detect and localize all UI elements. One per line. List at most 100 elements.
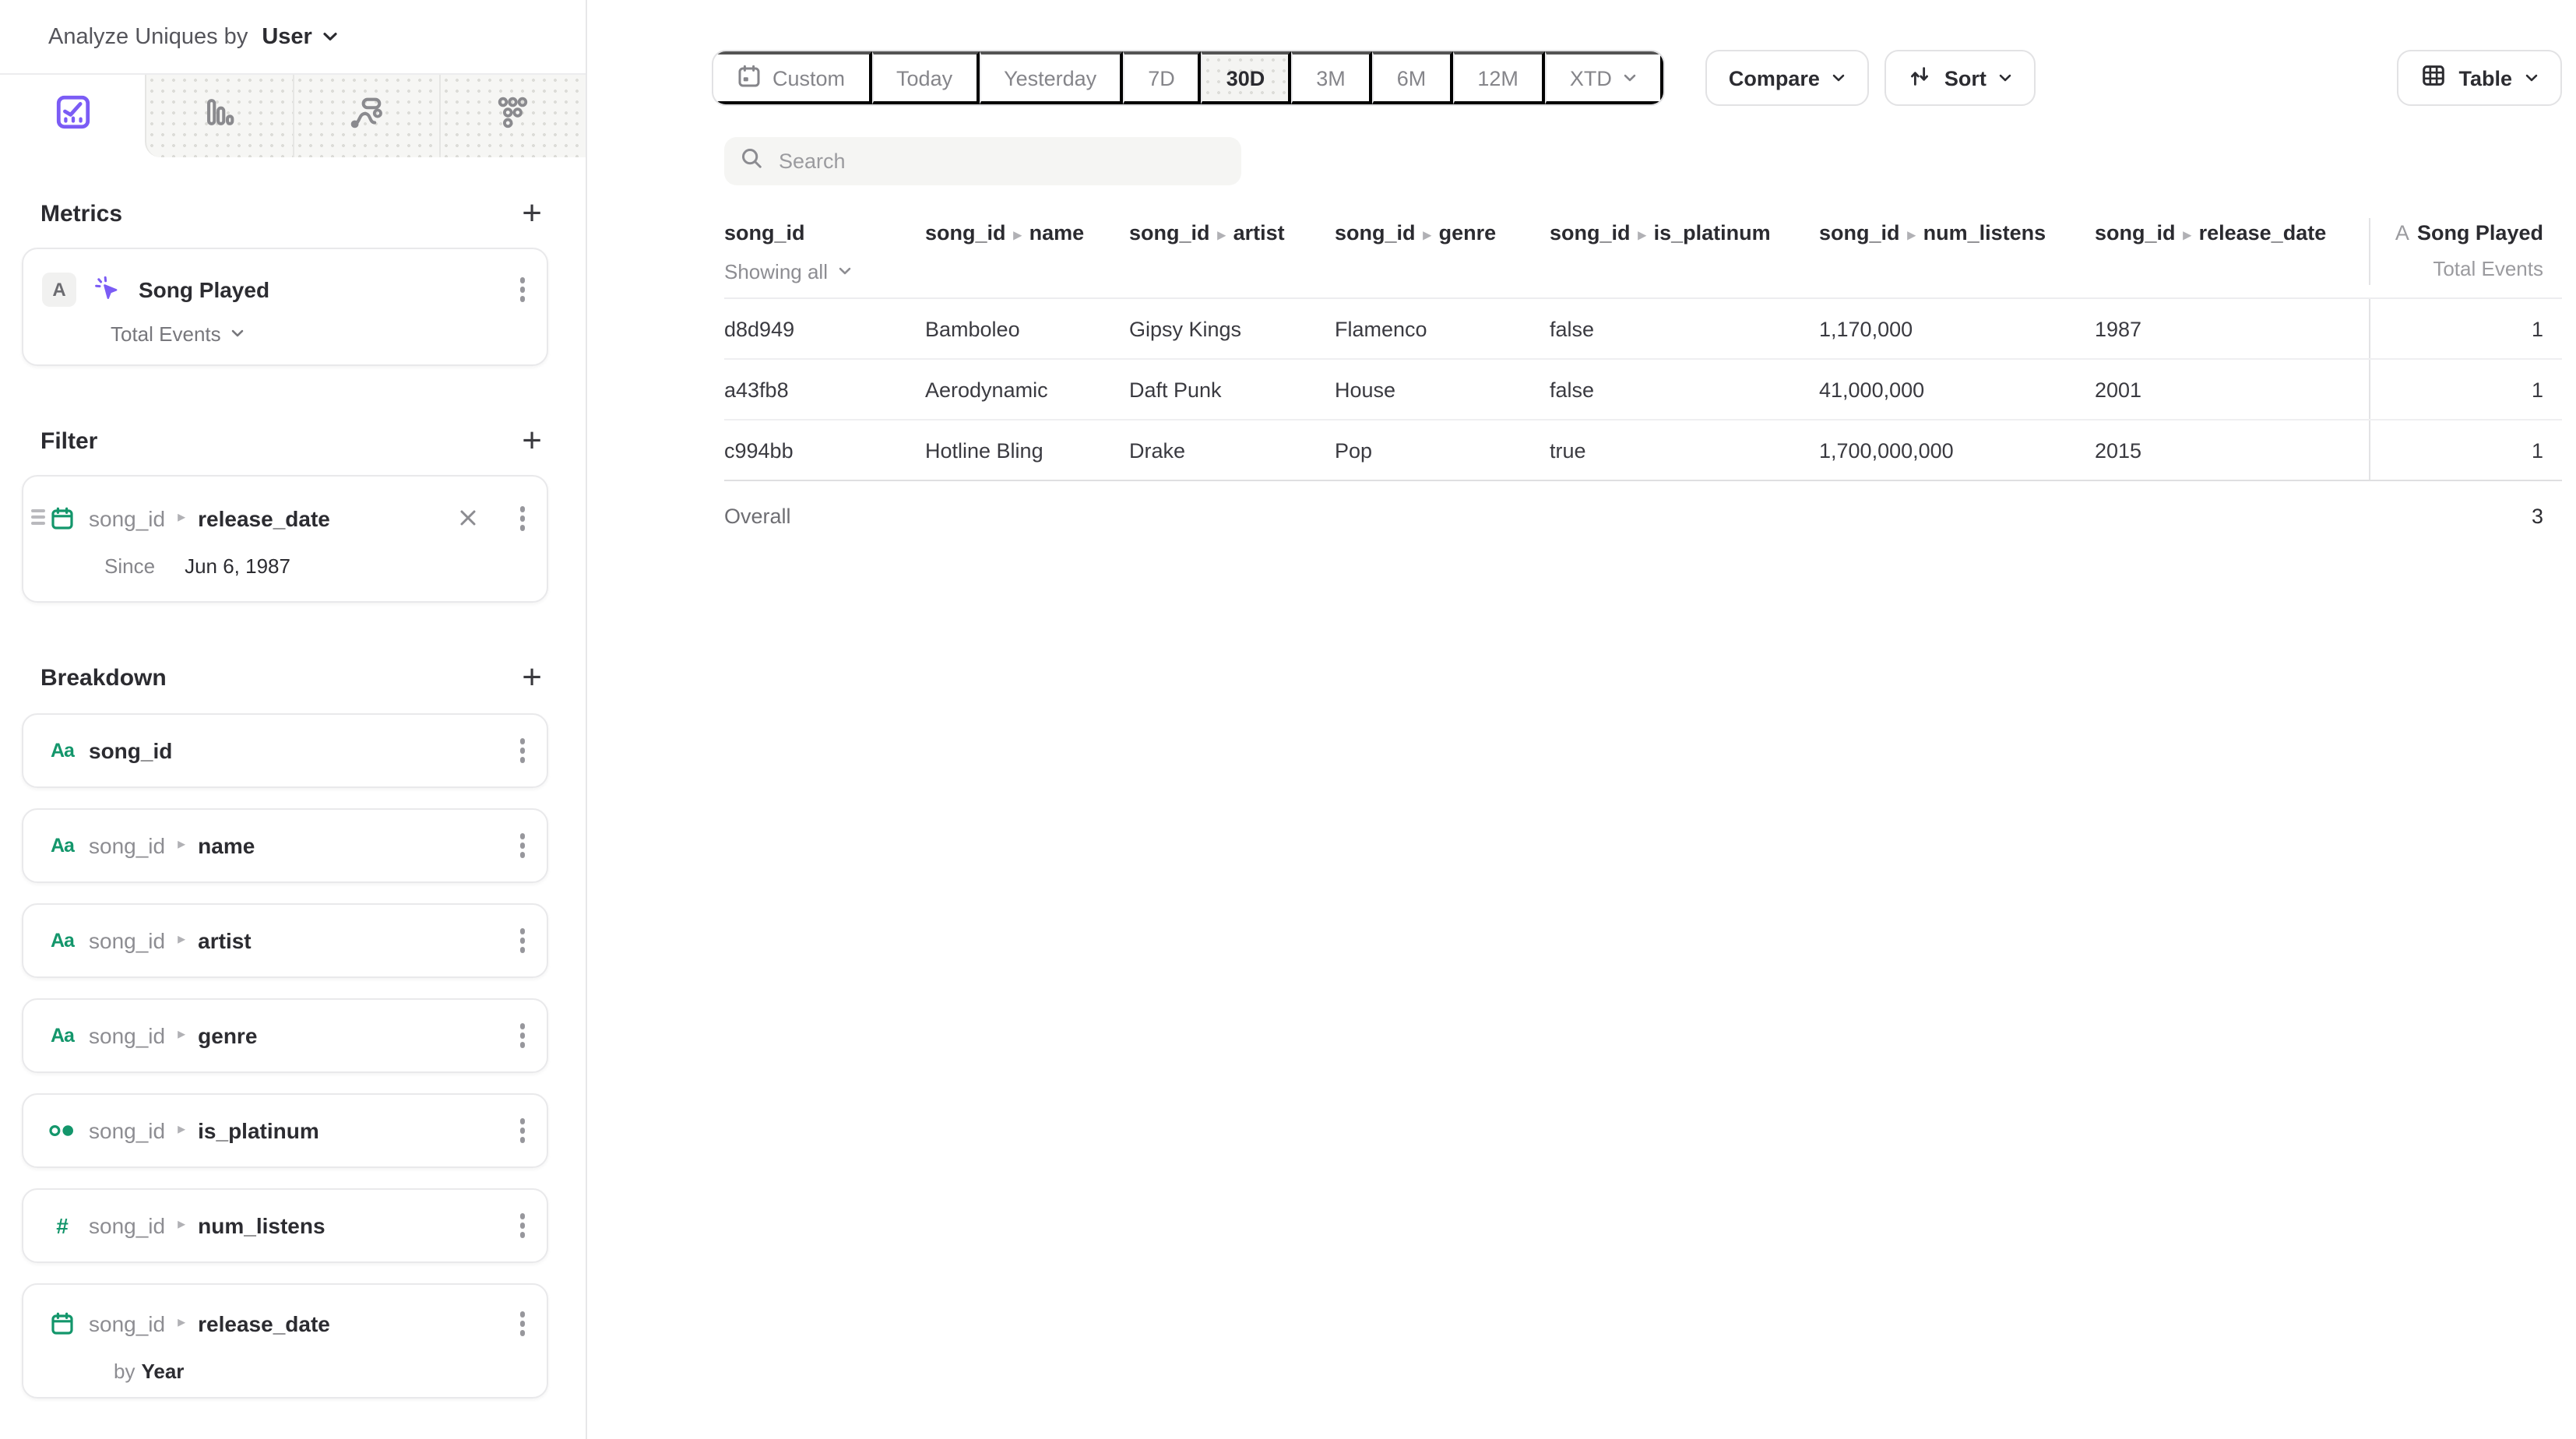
add-filter-button[interactable]: + (519, 425, 545, 456)
breakdown-card-is-platinum[interactable]: song_id ▸ is_platinum (22, 1093, 548, 1168)
breakdown-kebab-menu[interactable] (516, 828, 528, 864)
date-range-12m[interactable]: 12M (1452, 51, 1545, 104)
breakdown-subproperty: artist (198, 928, 251, 953)
filter-operator-dropdown[interactable]: Since (104, 554, 155, 577)
metric-measurement-dropdown[interactable]: Total Events (111, 322, 528, 345)
chevron-down-icon (231, 329, 245, 338)
cell-artist: Gipsy Kings (1129, 317, 1335, 340)
breakdown-subproperty: genre (198, 1023, 257, 1048)
cell-song-id: c994bb (724, 438, 925, 462)
date-range-7d[interactable]: 7D (1123, 51, 1202, 104)
visualization-tabs (0, 75, 586, 157)
column-header-release-date[interactable]: song_id▸release_date (2095, 218, 2369, 285)
series-letter-badge: A (42, 273, 76, 307)
breakdown-card-name[interactable]: Aa song_id ▸ name (22, 808, 548, 883)
filter-value[interactable]: Jun 6, 1987 (185, 554, 290, 577)
retention-dots-icon (494, 93, 532, 139)
subproperty-arrow-icon: ▸ (178, 511, 185, 526)
bar-chart-icon (201, 93, 238, 139)
subproperty-arrow-icon: ▸ (1423, 229, 1431, 245)
query-builder-sidebar: Analyze Uniques by User (0, 0, 587, 1439)
text-type-icon: Aa (48, 835, 76, 857)
table-grid-icon (2419, 62, 2446, 93)
breakdown-card-release-date[interactable]: song_id ▸ release_date byYear (22, 1283, 548, 1399)
breakdown-subproperty: is_platinum (198, 1118, 319, 1143)
breakdown-kebab-menu[interactable] (516, 1018, 528, 1054)
overall-label: Overall (724, 504, 925, 527)
breakdown-property: song_id (89, 738, 172, 763)
boolean-type-icon (48, 1123, 76, 1138)
breakdown-kebab-menu[interactable] (516, 733, 528, 769)
showing-all-dropdown[interactable]: Showing all (724, 257, 851, 285)
search-icon (740, 146, 763, 177)
column-header-name[interactable]: song_id▸name (925, 218, 1129, 285)
column-header-metric[interactable]: ASong Played Total Events (2369, 218, 2562, 285)
text-type-icon: Aa (48, 930, 76, 952)
tab-flows[interactable] (292, 75, 439, 157)
sort-button[interactable]: Sort (1885, 50, 2036, 106)
drag-handle-icon[interactable] (31, 509, 45, 525)
view-type-button[interactable]: Table (2396, 50, 2562, 106)
cell-release-date: 2001 (2095, 378, 2369, 401)
breakdown-kebab-menu[interactable] (516, 923, 528, 959)
filter-card[interactable]: song_id ▸ release_date Since Jun 6, 1987 (22, 475, 548, 603)
app-viewport: Analyze Uniques by User (0, 0, 2576, 1439)
breakdown-subproperty: num_listens (198, 1213, 325, 1238)
subproperty-arrow-icon: ▸ (1638, 229, 1646, 245)
cell-metric-value: 1 (2369, 420, 2562, 480)
date-range-30d[interactable]: 30D (1202, 51, 1292, 104)
add-metric-button[interactable]: + (519, 198, 545, 229)
metric-event-name: Song Played (139, 277, 269, 302)
column-header-song-id[interactable]: song_id Showing all (724, 218, 925, 285)
breakdown-card-num-listens[interactable]: # song_id ▸ num_listens (22, 1188, 548, 1263)
metric-card[interactable]: A Song Played Total Events (22, 248, 548, 366)
cell-genre: Pop (1335, 438, 1550, 462)
date-range-xtd[interactable]: XTD (1545, 51, 1663, 104)
breakdown-bucket-dropdown[interactable]: byYear (114, 1360, 528, 1383)
breakdown-card-artist[interactable]: Aa song_id ▸ artist (22, 903, 548, 978)
breakdown-property: song_id (89, 1311, 165, 1336)
breakdown-title: Breakdown (40, 664, 167, 691)
column-header-is-platinum[interactable]: song_id▸is_platinum (1550, 218, 1819, 285)
tab-bar-chart[interactable] (146, 75, 293, 157)
add-breakdown-button[interactable]: + (519, 662, 545, 693)
chevron-down-icon (323, 31, 339, 42)
date-range-6m[interactable]: 6M (1372, 51, 1453, 104)
date-range-today[interactable]: Today (871, 51, 979, 104)
breakdown-kebab-menu[interactable] (516, 1113, 528, 1149)
breakdown-property: song_id (89, 1213, 165, 1238)
tab-insights[interactable] (0, 75, 146, 157)
cell-artist: Drake (1129, 438, 1335, 462)
breakdown-kebab-menu[interactable] (516, 1208, 528, 1244)
date-range-custom[interactable]: Custom (713, 51, 871, 104)
date-range-3m[interactable]: 3M (1291, 51, 1372, 104)
subproperty-arrow-icon: ▸ (178, 1123, 185, 1138)
column-header-num-listens[interactable]: song_id▸num_listens (1819, 218, 2095, 285)
subproperty-arrow-icon: ▸ (178, 838, 185, 853)
overall-value: 3 (2369, 504, 2562, 527)
calendar-icon (48, 1311, 76, 1336)
analyze-label: Analyze Uniques by (48, 24, 248, 49)
column-header-artist[interactable]: song_id▸artist (1129, 218, 1335, 285)
column-header-genre[interactable]: song_id▸genre (1335, 218, 1550, 285)
analyze-entity-dropdown[interactable]: User (262, 24, 312, 49)
tab-retention[interactable] (439, 75, 586, 157)
date-range-yesterday[interactable]: Yesterday (979, 51, 1123, 104)
remove-filter-icon[interactable] (456, 507, 479, 530)
table-overall-row: Overall 3 (724, 481, 2562, 550)
metric-sub-label: Total Events (2370, 257, 2543, 280)
search-input[interactable] (776, 148, 1226, 174)
breakdown-kebab-menu[interactable] (516, 1306, 528, 1342)
table-row: a43fb8 Aerodynamic Daft Punk House false… (724, 360, 2562, 420)
filter-property: song_id (89, 506, 165, 531)
calendar-icon (737, 63, 762, 93)
breakdown-card-genre[interactable]: Aa song_id ▸ genre (22, 998, 548, 1073)
table-header-row: song_id Showing all song_id▸name song_id… (724, 218, 2562, 299)
metric-kebab-menu[interactable] (516, 271, 528, 308)
compare-button[interactable]: Compare (1705, 50, 1870, 106)
chevron-down-icon (1623, 73, 1637, 83)
filter-kebab-menu[interactable] (516, 500, 528, 537)
cell-song-id: d8d949 (724, 317, 925, 340)
breakdown-subproperty: release_date (198, 1311, 330, 1336)
breakdown-card-song-id[interactable]: Aa song_id (22, 713, 548, 788)
